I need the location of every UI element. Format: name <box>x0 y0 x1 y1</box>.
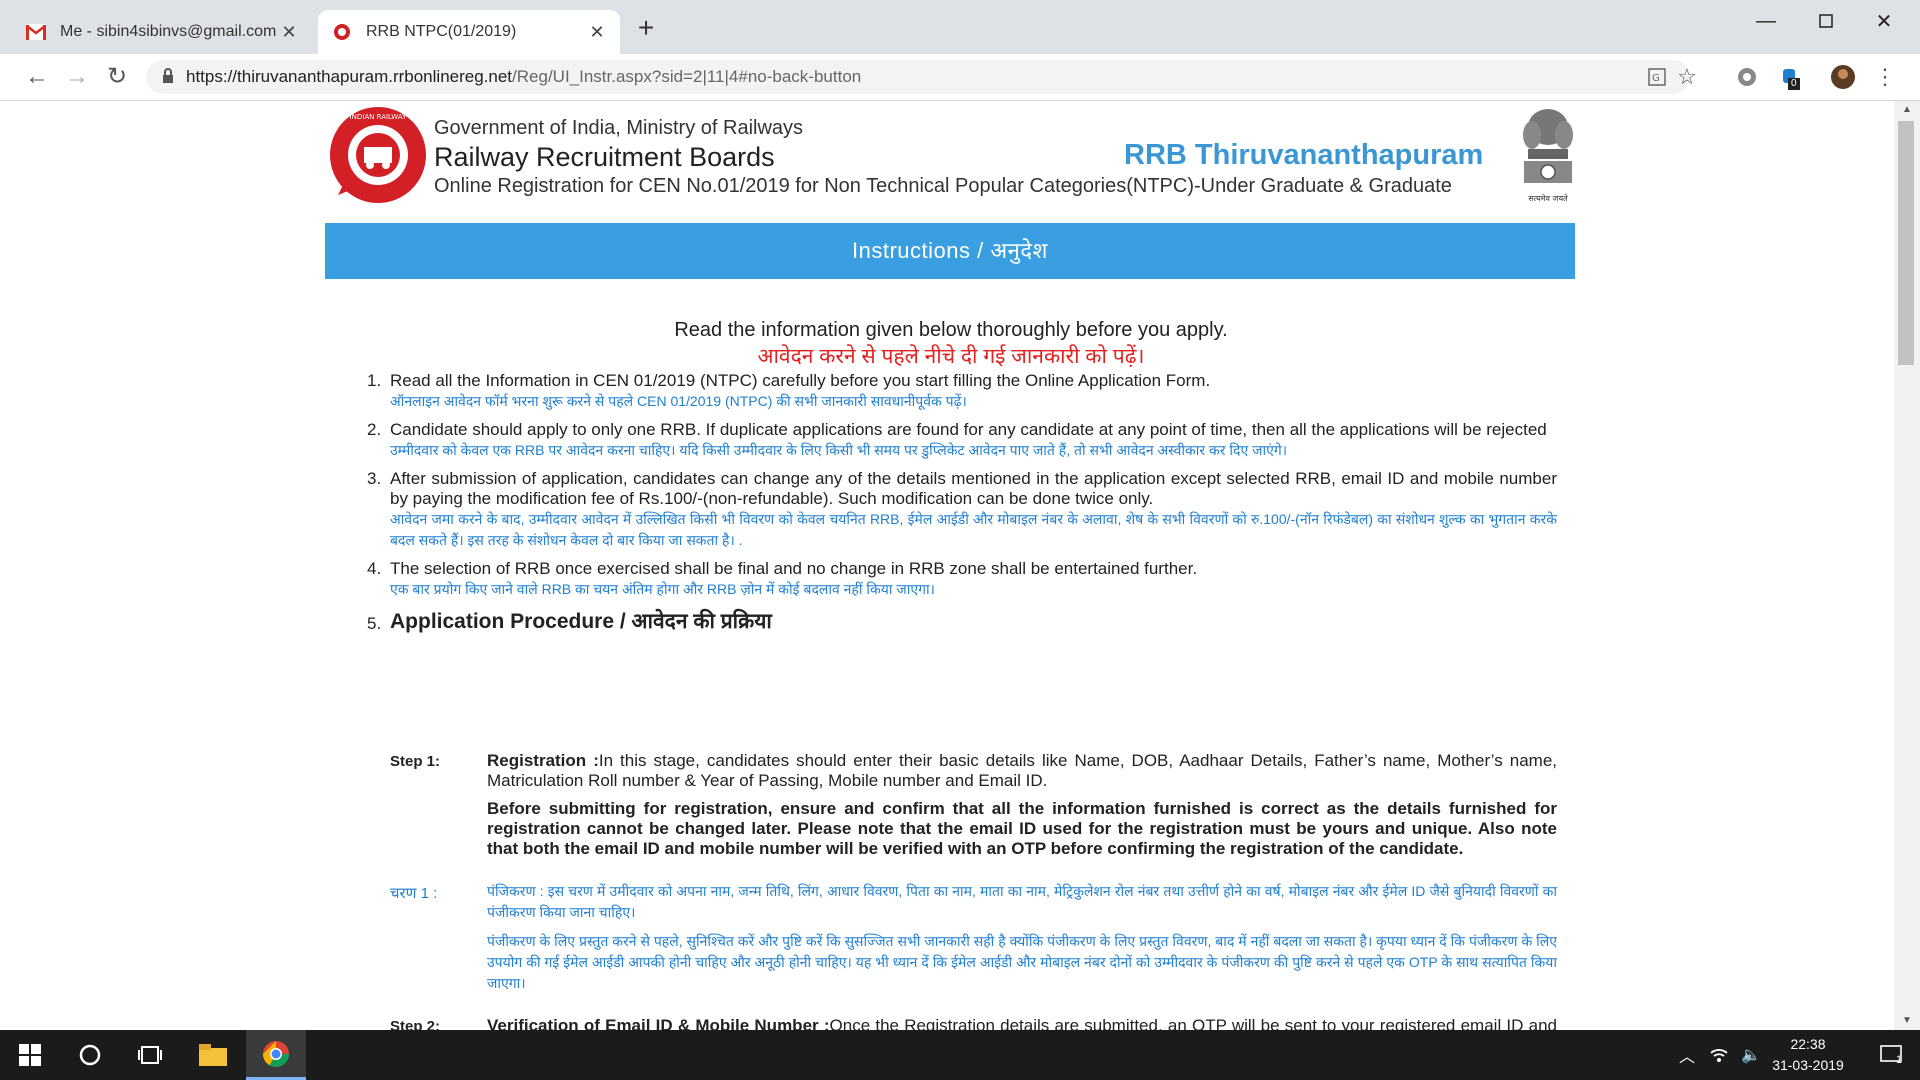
scroll-down-icon[interactable]: ▼ <box>1894 1012 1920 1030</box>
extension-badge-icon[interactable]: 0 <box>1776 64 1802 90</box>
forward-icon[interactable]: → <box>62 62 92 92</box>
intro-english: Read the information given below thoroug… <box>674 319 1228 341</box>
list-item: 3. After submission of application, cand… <box>367 469 1557 551</box>
clock-time: 22:38 <box>1790 1036 1826 1052</box>
step-label: Step 2: <box>390 1018 441 1030</box>
extension-icon[interactable] <box>1734 64 1760 90</box>
minimize-icon[interactable]: — <box>1738 4 1794 38</box>
step-text-hindi: पंजिकरण : इस चरण में उमीदवार को अपना नाम… <box>487 883 1557 920</box>
step-text: In this stage, candidates should enter t… <box>487 751 1557 790</box>
tab-close-icon[interactable]: ✕ <box>280 22 298 43</box>
profile-avatar[interactable] <box>1830 64 1856 90</box>
step-2: Step 2: Verification of Email ID & Mobil… <box>390 1016 1557 1030</box>
step-1: Step 1: Registration :In this stage, can… <box>390 751 1557 859</box>
tab-title: RRB NTPC(01/2019) <box>366 23 517 40</box>
scrollbar-thumb[interactable] <box>1898 121 1914 365</box>
tab-close-icon[interactable]: ✕ <box>588 22 606 43</box>
step-label: Step 1: <box>390 753 441 770</box>
volume-icon[interactable]: 🔈 <box>1736 1030 1766 1080</box>
windows-start-icon[interactable] <box>0 1030 60 1080</box>
item-hindi: आवेदन जमा करने के बाद, उम्मीदवार आवेदन म… <box>390 511 1557 548</box>
list-item: 2. Candidate should apply to only one RR… <box>367 420 1557 461</box>
bookmark-star-icon[interactable]: ☆ <box>1674 64 1700 90</box>
browser-toolbar: ← → ↻ https://thiruvananthapuram.rrbonli… <box>0 54 1920 101</box>
windows-taskbar: ︿ 🔈 22:38 31-03-2019 1 <box>0 1030 1920 1080</box>
item-english: Candidate should apply to only one RRB. … <box>390 420 1547 439</box>
tab-title: Me - sibin4sibinvs@gmail.com - <box>60 23 280 40</box>
action-center-icon[interactable]: 1 <box>1866 1030 1916 1080</box>
list-item: 5. Application Procedure / आवेदन की प्रक… <box>367 608 1557 636</box>
charan-1: चरण 1 : पंजिकरण : इस चरण में उमीदवार को … <box>390 881 1557 994</box>
wifi-icon[interactable] <box>1704 1030 1734 1080</box>
intro-block: Read the information given below thoroug… <box>317 319 1585 370</box>
tray-chevron-icon[interactable]: ︿ <box>1672 1030 1702 1080</box>
item-hindi: एक बार प्रयोग किए जाने वाले RRB का चयन अ… <box>390 581 935 597</box>
tab-rrb[interactable]: RRB NTPC(01/2019) ✕ <box>318 10 620 54</box>
instructions-header-bar: Instructions / अनुदेश <box>325 223 1575 279</box>
back-icon[interactable]: ← <box>22 62 52 92</box>
task-view-icon[interactable] <box>120 1030 180 1080</box>
step-title: Verification of Email ID & Mobile Number… <box>487 1016 830 1030</box>
svg-text:G: G <box>1652 73 1660 84</box>
emblem-caption: सत्यमेव जयते <box>1528 193 1568 203</box>
reload-icon[interactable]: ↻ <box>102 62 132 92</box>
national-emblem-icon: सत्यमेव जयते <box>1518 105 1578 205</box>
extension-badge: 0 <box>1788 78 1800 90</box>
address-bar[interactable]: https://thiruvananthapuram.rrbonlinereg.… <box>146 60 1697 94</box>
url-text: https://thiruvananthapuram.rrbonlinereg.… <box>186 67 862 86</box>
section-heading: Application Procedure / आवेदन की प्रक्रि… <box>390 610 772 633</box>
item-english: Read all the Information in CEN 01/2019 … <box>390 371 1211 390</box>
step-note-hindi: पंजीकरण के लिए प्रस्तुत करने से पहले, सु… <box>487 933 1557 991</box>
intro-hindi: आवेदन करने से पहले नीचे दी गई जानकारी को… <box>757 345 1145 368</box>
indian-railway-logo: INDIAN RAILWAY <box>328 105 428 205</box>
instructions-panel: Read the information given below thoroug… <box>317 281 1585 1030</box>
maximize-icon[interactable] <box>1798 4 1854 38</box>
procedure-steps: Step 1: Registration :In this stage, can… <box>390 751 1557 1030</box>
list-item: 1. Read all the Information in CEN 01/20… <box>367 371 1557 412</box>
site-header: INDIAN RAILWAY Government of India, Mini… <box>328 105 1586 205</box>
file-explorer-icon[interactable] <box>182 1030 244 1080</box>
clock-date: 31-03-2019 <box>1772 1057 1844 1073</box>
instruction-list: 1. Read all the Information in CEN 01/20… <box>367 371 1557 644</box>
logo-text: INDIAN RAILWAY <box>350 113 407 121</box>
step-note: Before submitting for registration, ensu… <box>487 799 1557 858</box>
zone-title: RRB Thiruvananthapuram <box>1124 139 1484 171</box>
translate-icon[interactable]: G <box>1644 64 1670 90</box>
search-icon[interactable] <box>60 1030 120 1080</box>
page-scrollbar[interactable]: ▲ ▼ <box>1894 101 1920 1030</box>
item-hindi: उम्मीदवार को केवल एक RRB पर आवेदन करना च… <box>390 442 1288 458</box>
item-english: After submission of application, candida… <box>390 469 1557 508</box>
page-viewport: INDIAN RAILWAY Government of India, Mini… <box>10 101 1894 1030</box>
menu-kebab-icon[interactable]: ⋮ <box>1872 64 1898 90</box>
list-item: 4. The selection of RRB once exercised s… <box>367 559 1557 600</box>
new-tab-icon[interactable]: + <box>632 14 660 42</box>
step-label: चरण 1 : <box>390 885 438 902</box>
scroll-up-icon[interactable]: ▲ <box>1894 101 1920 119</box>
close-window-icon[interactable]: ✕ <box>1856 4 1912 38</box>
tab-gmail[interactable]: Me - sibin4sibinvs@gmail.com - ✕ <box>12 10 312 54</box>
step-title: Registration : <box>487 751 599 770</box>
page-subtitle: Online Registration for CEN No.01/2019 f… <box>434 175 1452 197</box>
rrb-favicon <box>332 22 352 42</box>
chrome-taskbar-icon[interactable] <box>246 1030 306 1080</box>
tab-strip: Me - sibin4sibinvs@gmail.com - ✕ RRB NTP… <box>0 0 1920 54</box>
item-hindi: ऑनलाइन आवेदन फॉर्म भरना शुरू करने से पहल… <box>390 393 967 409</box>
item-english: The selection of RRB once exercised shal… <box>390 559 1198 578</box>
lock-icon <box>162 68 174 89</box>
tray-clock[interactable]: 22:38 31-03-2019 <box>1768 1034 1848 1076</box>
gmail-icon <box>26 22 46 42</box>
gov-line: Government of India, Ministry of Railway… <box>434 117 804 139</box>
notification-count: 1 <box>1896 1054 1903 1066</box>
